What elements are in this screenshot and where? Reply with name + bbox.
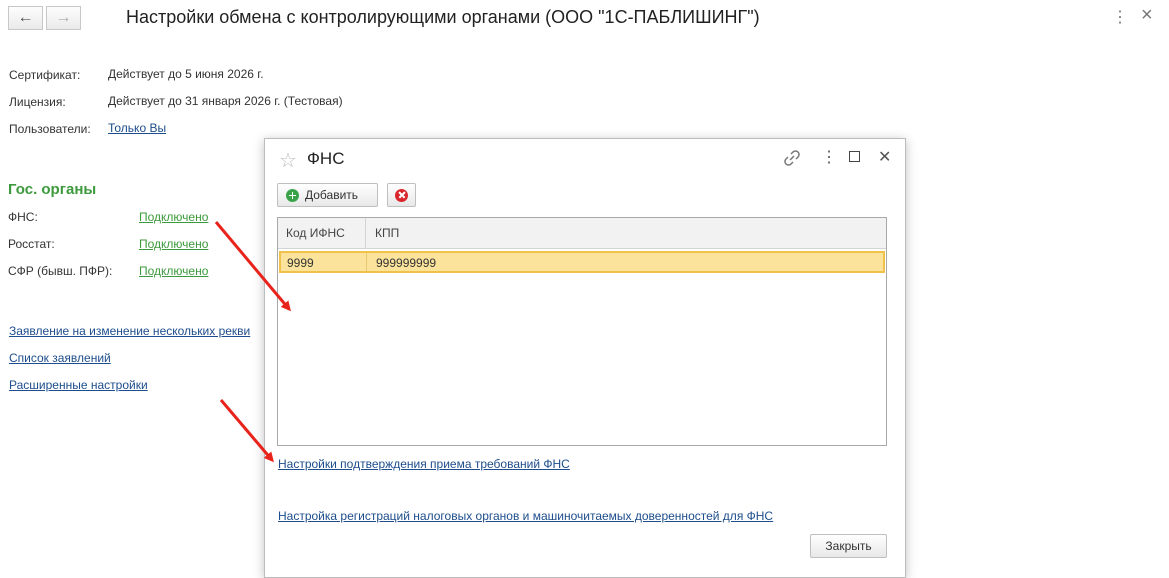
column-header-code[interactable]: Код ИФНС bbox=[286, 226, 345, 240]
users-link[interactable]: Только Вы bbox=[108, 121, 166, 135]
favorite-star-icon[interactable]: ☆ bbox=[279, 148, 297, 173]
add-button[interactable]: Добавить bbox=[277, 183, 378, 207]
table-row[interactable]: 9999 999999999 bbox=[279, 251, 885, 273]
fns-label: ФНС: bbox=[8, 210, 38, 224]
sfr-label: СФР (бывш. ПФР): bbox=[8, 264, 113, 278]
license-label: Лицензия: bbox=[9, 95, 66, 109]
forward-button[interactable]: → bbox=[46, 6, 81, 30]
users-label: Пользователи: bbox=[9, 122, 91, 136]
gov-organs-heading: Гос. органы bbox=[8, 181, 97, 198]
window-close-icon[interactable]: × bbox=[1141, 5, 1153, 25]
advanced-settings-link[interactable]: Расширенные настройки bbox=[9, 378, 148, 392]
change-statement-link[interactable]: Заявление на изменение нескольких рекви bbox=[9, 324, 250, 338]
back-arrow-icon: ← bbox=[17, 9, 34, 26]
forward-arrow-icon: → bbox=[55, 9, 72, 26]
back-button[interactable]: ← bbox=[8, 6, 43, 30]
column-header-kpp[interactable]: КПП bbox=[375, 226, 399, 240]
statements-list-link[interactable]: Список заявлений bbox=[9, 351, 111, 365]
sfr-status-link[interactable]: Подключено bbox=[139, 264, 208, 278]
certificate-value: Действует до 5 июня 2026 г. bbox=[108, 67, 264, 81]
rosstat-status-link[interactable]: Подключено bbox=[139, 237, 208, 251]
add-plus-icon bbox=[286, 188, 299, 202]
dialog-more-icon[interactable]: ⋮ bbox=[821, 149, 837, 167]
rosstat-label: Росстат: bbox=[8, 237, 55, 251]
page-title: Настройки обмена с контролирующими орган… bbox=[126, 7, 760, 27]
close-button[interactable]: Закрыть bbox=[810, 534, 887, 558]
cell-code: 9999 bbox=[287, 256, 314, 270]
ifns-table: Код ИФНС КПП 9999 999999999 bbox=[277, 217, 887, 446]
confirm-requirements-link[interactable]: Настройки подтверждения приема требовани… bbox=[278, 457, 570, 471]
close-button-label: Закрыть bbox=[825, 539, 872, 553]
link-icon[interactable] bbox=[783, 149, 801, 172]
add-button-label: Добавить bbox=[305, 188, 359, 202]
more-menu-icon[interactable]: ⋮ bbox=[1112, 10, 1128, 26]
license-value: Действует до 31 января 2026 г. (Тестовая… bbox=[108, 94, 343, 108]
fns-status-link[interactable]: Подключено bbox=[139, 210, 208, 224]
delete-icon bbox=[395, 188, 408, 202]
delete-button[interactable] bbox=[387, 183, 416, 207]
dialog-close-icon[interactable]: ✕ bbox=[878, 149, 891, 167]
fns-dialog: ☆ ФНС ⋮ ✕ Добавить Код ИФНС КПП 9999 999… bbox=[264, 138, 906, 578]
cell-kpp: 999999999 bbox=[376, 256, 437, 270]
table-header: Код ИФНС КПП bbox=[278, 218, 886, 249]
certificate-label: Сертификат: bbox=[9, 68, 81, 82]
dialog-title: ФНС bbox=[307, 149, 345, 168]
registration-settings-link[interactable]: Настройка регистраций налоговых органов … bbox=[278, 509, 773, 523]
maximize-icon[interactable] bbox=[849, 151, 860, 162]
